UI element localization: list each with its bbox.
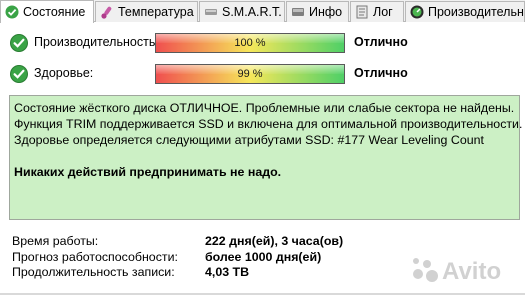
health-row: Здоровье: 99 % Отлично bbox=[0, 62, 525, 86]
performance-percent: 100 % bbox=[234, 37, 266, 49]
tab-bar: Состояние Температура S.M.A.R.T. Инфо Ло… bbox=[0, 0, 525, 23]
tab-log-label: Лог bbox=[373, 5, 393, 19]
performance-row: Производительность: 100 % Отлично bbox=[0, 31, 525, 55]
info-value: более 1000 дня(ей) bbox=[205, 250, 322, 264]
speedometer-icon bbox=[410, 5, 424, 19]
hdd-sentinel-status-panel: Состояние Температура S.M.A.R.T. Инфо Ло… bbox=[0, 0, 525, 295]
check-circle-icon bbox=[10, 34, 28, 52]
message-line: Состояние жёсткого диска ОТЛИЧНОЕ. Пробл… bbox=[14, 101, 515, 115]
info-key: Продолжительность записи: bbox=[12, 265, 175, 279]
log-icon bbox=[356, 5, 368, 19]
performance-status: Отлично bbox=[354, 35, 408, 49]
tab-status[interactable]: Состояние bbox=[0, 0, 94, 23]
performance-bar: 100 % bbox=[155, 33, 345, 53]
health-label: Здоровье: bbox=[34, 66, 94, 80]
message-line: Функция TRIM поддерживается SSD и включе… bbox=[14, 117, 523, 131]
status-message-box[interactable]: Состояние жёсткого диска ОТЛИЧНОЕ. Пробл… bbox=[9, 95, 523, 220]
info-value: 222 дня(ей), 3 часа(ов) bbox=[205, 234, 344, 248]
tab-smart-label: S.M.A.R.T. bbox=[222, 5, 282, 19]
health-check-icon bbox=[5, 5, 19, 19]
message-line: Здоровье определяется следующими атрибут… bbox=[14, 133, 484, 147]
tab-performance-label: Производительно bbox=[428, 5, 525, 19]
check-circle-icon bbox=[10, 65, 28, 83]
tab-info-label: Инфо bbox=[309, 5, 343, 19]
health-status: Отлично bbox=[354, 66, 408, 80]
disk-icon bbox=[205, 9, 217, 15]
message-advice: Никаких действий предпринимать не надо. bbox=[14, 165, 282, 179]
info-value: 4,03 TB bbox=[205, 265, 250, 279]
tab-info[interactable]: Инфо bbox=[286, 1, 349, 22]
performance-label: Производительность: bbox=[34, 35, 159, 49]
tab-temperature[interactable]: Температура bbox=[95, 1, 198, 22]
tab-performance[interactable]: Производительно bbox=[405, 1, 525, 22]
health-percent: 99 % bbox=[237, 68, 263, 80]
tab-smart[interactable]: S.M.A.R.T. bbox=[199, 1, 285, 22]
svg-text:Avito: Avito bbox=[442, 258, 501, 285]
thermometer-icon bbox=[101, 6, 112, 19]
info-icon bbox=[292, 8, 304, 16]
info-key: Время работы: bbox=[12, 234, 99, 248]
avito-watermark: Avito bbox=[413, 258, 501, 285]
tab-status-label: Состояние bbox=[23, 5, 86, 19]
info-key: Прогноз работоспособности: bbox=[12, 250, 178, 264]
info-row-uptime: Время работы: 222 дня(ей), 3 часа(ов) bbox=[12, 234, 517, 250]
tab-log[interactable]: Лог bbox=[350, 1, 404, 22]
health-bar: 99 % bbox=[155, 64, 345, 84]
tab-temperature-label: Температура bbox=[118, 5, 194, 19]
